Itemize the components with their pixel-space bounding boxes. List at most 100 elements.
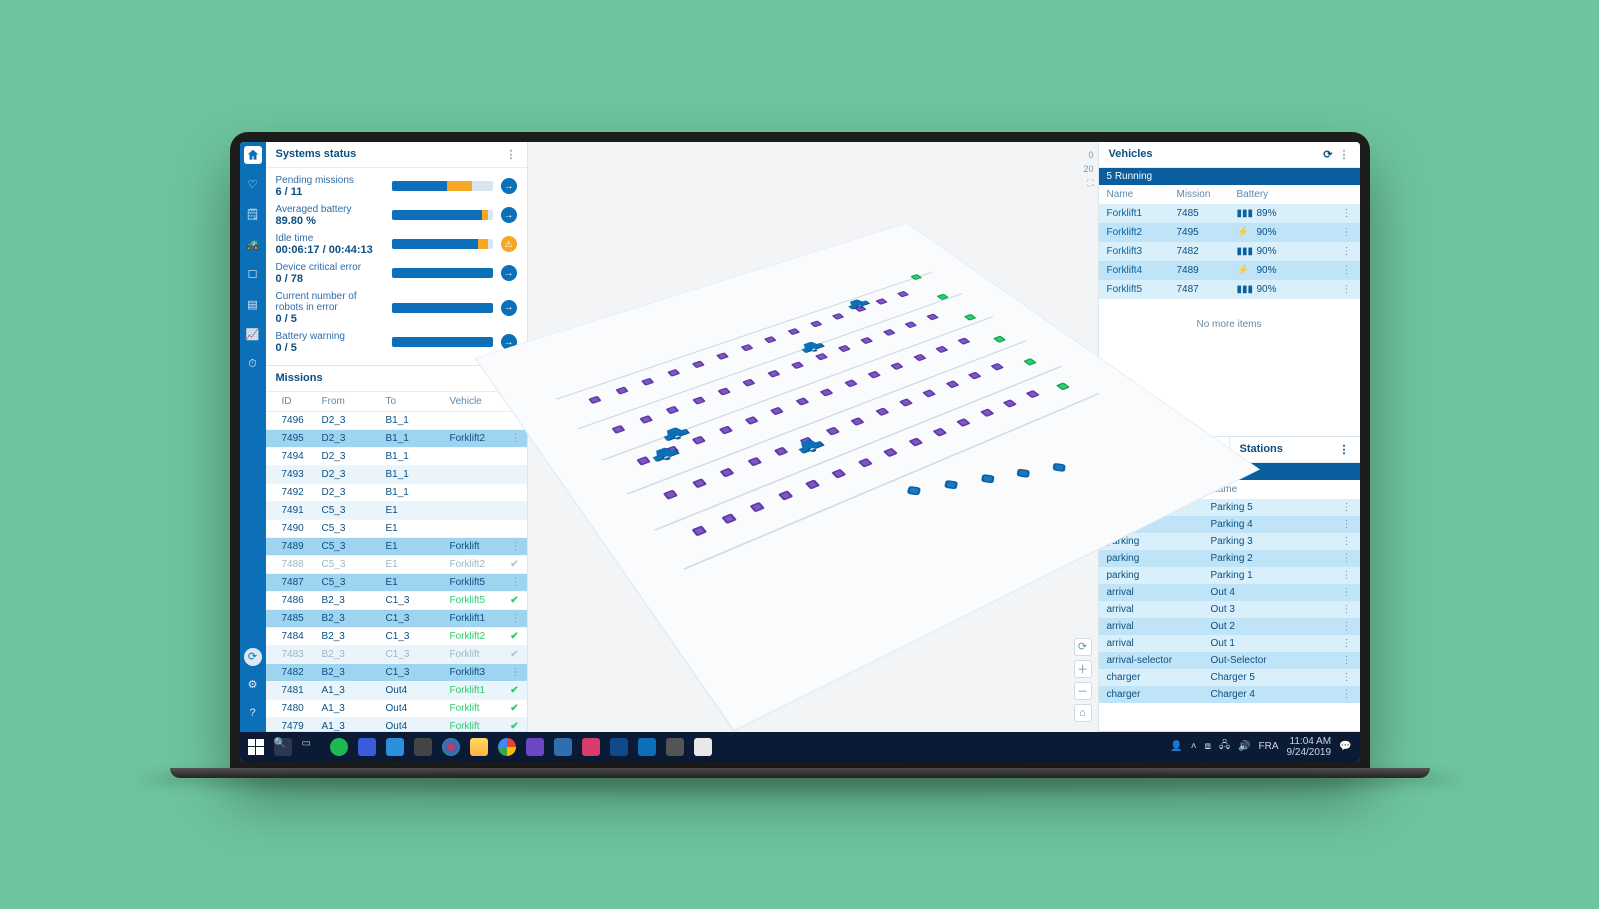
taskbar-app-icon[interactable] [694,738,712,756]
taskbar-spotify-icon[interactable] [330,738,348,756]
vehicle-row[interactable]: Forklift2 7495 ⚡ 90% [1099,223,1360,242]
row-menu-icon[interactable] [1342,502,1352,513]
tray-notifications-icon[interactable]: 💬 [1339,741,1351,752]
tray-people-icon[interactable]: 👤 [1170,741,1182,752]
map-zoom-in-button[interactable]: ＋ [1074,660,1092,678]
map-rotate-button[interactable]: ⟳ [1074,638,1092,656]
nav-heart[interactable]: ♡ [244,176,262,194]
tray-chevron-icon[interactable]: ˄ [1191,741,1197,752]
vehicle-row[interactable]: Forklift1 7485 ▮▮▮ 89% [1099,204,1360,223]
taskbar-app-icon[interactable] [414,738,432,756]
map-viewport[interactable]: 0 20 ⛶ ⟳ ＋ － ⌂ [528,142,1098,732]
row-menu-icon[interactable] [1342,672,1352,683]
taskbar-app-icon[interactable] [358,738,376,756]
mission-row[interactable]: 7492 D2_3 B1_1 [266,484,527,502]
start-button[interactable] [248,739,264,755]
device-row[interactable]: arrival Out 2 [1099,618,1360,635]
nav-layers[interactable]: ▤ [244,296,262,314]
device-row[interactable]: charger Charger 5 [1099,669,1360,686]
taskbar-app-icon[interactable] [666,738,684,756]
row-menu-icon[interactable] [1342,621,1352,632]
row-menu-icon[interactable] [1342,689,1352,700]
tray-volume-icon[interactable]: 🔊 [1238,741,1250,752]
row-menu-icon[interactable] [1342,519,1352,530]
nav-home[interactable] [244,146,262,164]
nav-vehicle[interactable]: 🚜 [244,236,262,254]
col-id[interactable]: ID [282,396,322,407]
mission-row[interactable]: 7484 B2_3 C1_3 Forklift2 ✔ [266,628,527,646]
row-menu-icon[interactable] [511,613,521,624]
device-row[interactable]: charger Charger 4 [1099,686,1360,703]
row-menu-icon[interactable] [1342,638,1352,649]
taskbar-app-icon[interactable] [554,738,572,756]
device-row[interactable]: parking Parking 1 [1099,567,1360,584]
mission-row[interactable]: 7487 C5_3 E1 Forklift5 [266,574,527,592]
panel-menu-icon[interactable] [1339,443,1350,456]
vehicle-row[interactable]: Forklift3 7482 ▮▮▮ 90% [1099,242,1360,261]
mission-row[interactable]: 7488 C5_3 E1 Forklift2 ✔ [266,556,527,574]
taskbar-search-icon[interactable]: 🔍 [274,738,292,756]
panel-menu-icon[interactable] [506,148,517,161]
mission-row[interactable]: 7485 B2_3 C1_3 Forklift1 [266,610,527,628]
device-row[interactable]: parking Parking 2 [1099,550,1360,567]
taskbar-explorer-icon[interactable] [470,738,488,756]
nav-refresh[interactable]: ⟳ [244,648,262,666]
taskbar-app-icon[interactable] [386,738,404,756]
nav-help[interactable]: ? [244,704,262,722]
nav-settings[interactable]: ⚙ [244,676,262,694]
arrow-right-icon[interactable] [501,178,517,194]
fullscreen-icon[interactable]: ⛶ [1083,178,1093,189]
windows-taskbar[interactable]: 🔍 ▭ 👤 ˄ ⧈ 🖧 🔊 FRA [240,732,1360,762]
row-menu-icon[interactable] [511,577,521,588]
tray-dropbox-icon[interactable]: ⧈ [1205,741,1211,752]
refresh-icon[interactable]: ⟳ [1323,148,1332,161]
row-menu-icon[interactable] [1342,536,1352,547]
mission-row[interactable]: 7494 D2_3 B1_1 [266,448,527,466]
col-name[interactable]: Name [1107,189,1177,200]
tray-network-icon[interactable]: 🖧 [1219,738,1230,755]
mission-row[interactable]: 7479 A1_3 Out4 Forklift ✔ [266,718,527,731]
row-menu-icon[interactable] [1342,284,1352,295]
system-tray[interactable]: 👤 ˄ ⧈ 🖧 🔊 FRA 11:04 AM 9/24/2019 💬 [1170,736,1351,758]
mission-row[interactable]: 7480 A1_3 Out4 Forklift ✔ [266,700,527,718]
row-menu-icon[interactable] [1342,570,1352,581]
mission-row[interactable]: 7483 B2_3 C1_3 Forklift ✔ [266,646,527,664]
mission-row[interactable]: 7486 B2_3 C1_3 Forklift5 ✔ [266,592,527,610]
taskbar-chrome-icon[interactable] [498,738,516,756]
row-menu-icon[interactable] [1342,604,1352,615]
mission-row[interactable]: 7489 C5_3 E1 Forklift [266,538,527,556]
device-row[interactable]: parking Parking 3 [1099,533,1360,550]
map-reset-button[interactable]: ⌂ [1074,704,1092,722]
nav-box[interactable]: ☐ [244,266,262,284]
panel-menu-icon[interactable] [1339,148,1350,161]
row-menu-icon[interactable] [1342,246,1352,257]
device-row[interactable]: arrival Out 4 [1099,584,1360,601]
tab-stations[interactable]: Stations [1229,437,1360,463]
taskbar-app-icon[interactable] [526,738,544,756]
mission-row[interactable]: 7491 C5_3 E1 [266,502,527,520]
row-menu-icon[interactable] [511,541,521,552]
nav-clipboard[interactable]: 🗒 [244,206,262,224]
taskbar-app-icon[interactable] [582,738,600,756]
nav-chart[interactable]: 📈 [244,326,262,344]
map-zoom-out-button[interactable]: － [1074,682,1092,700]
taskbar-app-icon[interactable] [610,738,628,756]
row-menu-icon[interactable] [1342,265,1352,276]
vehicle-row[interactable]: Forklift4 7489 ⚡ 90% [1099,261,1360,280]
row-menu-icon[interactable] [1342,553,1352,564]
row-menu-icon[interactable] [1342,587,1352,598]
device-row[interactable]: arrival Out 3 [1099,601,1360,618]
row-menu-icon[interactable] [1342,227,1352,238]
col-from[interactable]: From [322,396,386,407]
col-to[interactable]: To [386,396,450,407]
tray-lang[interactable]: FRA [1259,741,1279,752]
device-row[interactable]: arrival-selector Out-Selector [1099,652,1360,669]
row-menu-icon[interactable] [1342,655,1352,666]
col-mission[interactable]: Mission [1177,189,1237,200]
mission-row[interactable]: 7493 D2_3 B1_1 [266,466,527,484]
row-menu-icon[interactable] [1342,208,1352,219]
nav-clock[interactable]: ⏱ [244,356,262,374]
device-row[interactable]: arrival Out 1 [1099,635,1360,652]
row-menu-icon[interactable] [511,667,521,678]
mission-row[interactable]: 7481 A1_3 Out4 Forklift1 ✔ [266,682,527,700]
